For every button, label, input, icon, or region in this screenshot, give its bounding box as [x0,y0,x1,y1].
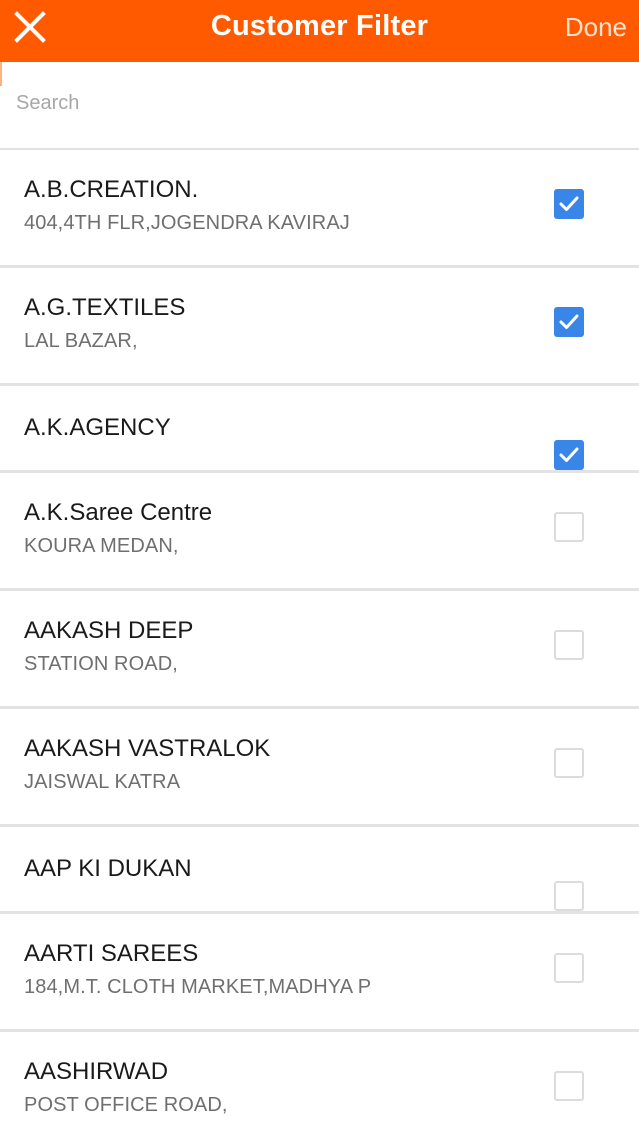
list-item[interactable]: AAP KI DUKAN [0,827,639,914]
customer-address: 404,4TH FLR,JOGENDRA KAVIRAJ [24,212,350,234]
customer-address: STATION ROAD, [24,653,178,675]
customer-checkbox[interactable] [554,881,584,911]
customer-name: A.K.AGENCY [24,414,171,441]
list-item[interactable]: A.B.CREATION. 404,4TH FLR,JOGENDRA KAVIRA… [0,150,639,268]
customer-address: POST OFFICE ROAD, [24,1094,228,1116]
customer-address: KOURA MEDAN, [24,535,179,557]
customer-filter-screen: Customer Filter Done A.B.CREATION. 404,4T… [0,0,639,1136]
checkmark-icon [559,314,579,329]
list-item[interactable]: A.K.Saree Centre KOURA MEDAN, [0,473,639,591]
checkmark-icon [559,447,579,462]
list-item[interactable]: AASHIRWAD POST OFFICE ROAD, [0,1032,639,1136]
customer-checkbox[interactable] [554,953,584,983]
customer-checkbox[interactable] [554,630,584,660]
customer-checkbox[interactable] [554,1071,584,1101]
customer-name: AARTI SAREES [24,940,199,967]
list-item[interactable]: A.G.TEXTILES LAL BAZAR, [0,268,639,386]
customer-checkbox[interactable] [554,512,584,542]
search-input[interactable] [16,88,616,118]
top-app-bar: Customer Filter Done [0,0,639,62]
customer-list: A.B.CREATION. 404,4TH FLR,JOGENDRA KAVIRA… [0,150,639,1136]
list-item[interactable]: AARTI SAREES 184,M.T. CLOTH MARKET,MADHYA… [0,914,639,1032]
done-button[interactable]: Done [565,12,627,43]
customer-address: LAL BAZAR, [24,330,138,352]
customer-name: AAKASH DEEP [24,617,194,644]
customer-name: AAKASH VASTRALOK [24,735,271,762]
search-focus-accent [0,62,2,86]
checkmark-icon [559,196,579,211]
page-title: Customer Filter [210,10,429,42]
customer-checkbox[interactable] [554,748,584,778]
close-icon [12,9,48,45]
search-bar [0,62,639,150]
customer-name: A.K.Saree Centre [24,499,213,526]
list-item[interactable]: AAKASH VASTRALOK JAISWAL KATRA [0,709,639,827]
list-item[interactable]: A.K.AGENCY [0,386,639,473]
list-item[interactable]: AAKASH DEEP STATION ROAD, [0,591,639,709]
customer-checkbox[interactable] [554,307,584,337]
customer-address: JAISWAL KATRA [24,771,181,793]
customer-address: 184,M.T. CLOTH MARKET,MADHYA P [24,976,372,998]
customer-name: AASHIRWAD [24,1058,169,1085]
customer-checkbox[interactable] [554,189,584,219]
customer-name: A.G.TEXTILES [24,294,186,321]
customer-name: A.B.CREATION. [24,176,199,203]
close-button[interactable] [12,9,48,45]
customer-name: AAP KI DUKAN [24,855,192,882]
customer-checkbox[interactable] [554,440,584,470]
